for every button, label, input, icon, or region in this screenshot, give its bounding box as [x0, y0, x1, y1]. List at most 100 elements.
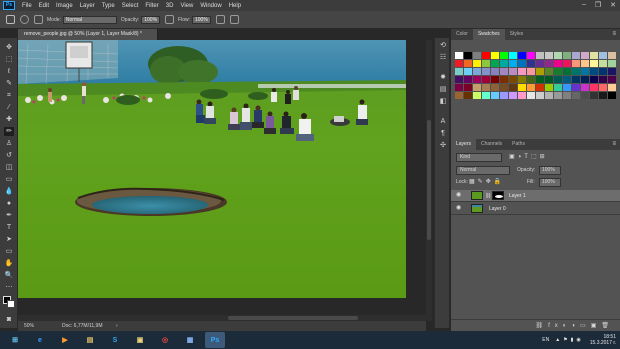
color-swatch[interactable]: [509, 92, 517, 99]
color-swatch[interactable]: [563, 68, 571, 75]
color-swatch[interactable]: [599, 52, 607, 59]
color-swatch[interactable]: [599, 76, 607, 83]
color-swatch[interactable]: [536, 84, 544, 91]
color-swatch[interactable]: [536, 92, 544, 99]
color-swatch[interactable]: [527, 92, 535, 99]
close-icon[interactable]: ✕: [610, 1, 616, 9]
layer-row-0[interactable]: ◉ Layer 0: [451, 203, 620, 215]
move-tool-icon[interactable]: ✥: [4, 43, 14, 52]
tab-color[interactable]: Color: [451, 29, 473, 40]
color-swatch[interactable]: [518, 84, 526, 91]
panel-menu-icon[interactable]: ≡: [612, 29, 620, 40]
adjustments-icon[interactable]: ◧: [439, 98, 447, 106]
ie-icon[interactable]: e: [30, 332, 50, 348]
horizontal-scroll-thumb[interactable]: [228, 316, 358, 320]
lock-icons[interactable]: ▦✎✥🔒: [469, 178, 504, 187]
photoshop-icon[interactable]: Ps: [205, 332, 225, 348]
color-wheel-icon[interactable]: ✹: [439, 74, 447, 82]
color-swatch[interactable]: [518, 52, 526, 59]
color-swatch[interactable]: [554, 92, 562, 99]
color-swatch[interactable]: [599, 92, 607, 99]
clock[interactable]: 18:51 15.3.2017 г.: [590, 334, 620, 346]
color-swatch[interactable]: [482, 76, 490, 83]
color-swatch[interactable]: [536, 76, 544, 83]
menu-image[interactable]: Image: [56, 3, 73, 9]
vertical-scrollbar[interactable]: [426, 40, 432, 321]
document-tab[interactable]: remove_people.jpg @ 50% (Layer 1, Layer …: [18, 29, 158, 40]
color-swatch[interactable]: [536, 68, 544, 75]
color-swatch[interactable]: [581, 92, 589, 99]
color-swatch[interactable]: [581, 52, 589, 59]
tab-styles[interactable]: Styles: [505, 29, 529, 40]
color-swatch[interactable]: [509, 68, 517, 75]
color-swatch[interactable]: [491, 92, 499, 99]
color-swatch[interactable]: [545, 60, 553, 67]
folder-icon[interactable]: ▤: [80, 332, 100, 348]
color-swatch[interactable]: [554, 52, 562, 59]
menu-select[interactable]: Select: [122, 3, 139, 9]
color-swatch[interactable]: [464, 84, 472, 91]
color-swatch[interactable]: [572, 76, 580, 83]
quick-mask-icon[interactable]: ◙: [4, 315, 14, 324]
explorer-icon[interactable]: ▦: [180, 332, 200, 348]
brush-tool-preset-icon[interactable]: [6, 15, 15, 24]
airbrush-icon[interactable]: [215, 15, 225, 24]
path-select-tool-icon[interactable]: ➤: [4, 235, 14, 244]
color-swatch[interactable]: [482, 92, 490, 99]
tab-swatches[interactable]: Swatches: [472, 29, 505, 40]
menu-help[interactable]: Help: [229, 3, 241, 9]
color-swatch[interactable]: [590, 92, 598, 99]
color-swatch[interactable]: [527, 52, 535, 59]
color-swatch[interactable]: [608, 92, 616, 99]
eraser-tool-icon[interactable]: ◫: [4, 163, 14, 172]
language-indicator[interactable]: EN: [542, 337, 549, 343]
color-swatch[interactable]: [527, 76, 535, 83]
filter-icons[interactable]: ▣◑T⬚⊞: [509, 153, 548, 160]
menu-3d[interactable]: 3D: [166, 3, 174, 9]
color-swatch[interactable]: [599, 68, 607, 75]
vertical-scroll-thumb[interactable]: [427, 120, 431, 240]
color-swatch[interactable]: [509, 52, 517, 59]
color-swatch[interactable]: [491, 76, 499, 83]
color-swatch[interactable]: [536, 60, 544, 67]
document-canvas[interactable]: [18, 40, 406, 298]
color-swatch[interactable]: [563, 52, 571, 59]
healing-tool-icon[interactable]: ✚: [4, 115, 14, 124]
fill-field[interactable]: 100%: [539, 178, 561, 187]
visibility-eye-icon[interactable]: ◉: [456, 192, 463, 199]
paragraph-panel-icon[interactable]: ¶: [439, 130, 447, 138]
color-swatch[interactable]: [473, 68, 481, 75]
color-swatch[interactable]: [581, 76, 589, 83]
layer-name[interactable]: Layer 1: [509, 190, 526, 202]
hand-tool-icon[interactable]: ✋: [4, 259, 14, 268]
zoom-tool-icon[interactable]: 🔍: [4, 271, 14, 280]
color-swatch[interactable]: [473, 76, 481, 83]
menu-filter[interactable]: Filter: [145, 3, 158, 9]
blur-tool-icon[interactable]: 💧: [4, 187, 14, 196]
color-swatch[interactable]: [518, 68, 526, 75]
color-swatch[interactable]: [608, 60, 616, 67]
tab-layers[interactable]: Layers: [451, 139, 477, 150]
color-swatch[interactable]: [563, 92, 571, 99]
color-swatch[interactable]: [455, 76, 463, 83]
color-swatch[interactable]: [491, 68, 499, 75]
color-swatch[interactable]: [500, 52, 508, 59]
tray-icons[interactable]: ▲⚑▮◉: [555, 337, 584, 343]
opacity-field[interactable]: 100%: [141, 15, 161, 24]
color-swatch[interactable]: [572, 92, 580, 99]
color-swatch[interactable]: [518, 76, 526, 83]
menu-file[interactable]: File: [22, 3, 32, 9]
color-swatch[interactable]: [581, 84, 589, 91]
color-swatch[interactable]: [545, 76, 553, 83]
menu-window[interactable]: Window: [200, 3, 221, 9]
history-panel-icon[interactable]: ⟲: [439, 42, 447, 50]
color-swatch[interactable]: [491, 60, 499, 67]
crop-tool-icon[interactable]: ⌗: [4, 91, 14, 100]
color-swatch[interactable]: [464, 52, 472, 59]
pen-tool-icon[interactable]: ✒: [4, 211, 14, 220]
layer-opacity-field[interactable]: 100%: [539, 166, 561, 175]
color-swatch[interactable]: [554, 76, 562, 83]
color-swatch[interactable]: [482, 68, 490, 75]
color-swatch[interactable]: [608, 52, 616, 59]
color-swatch[interactable]: [500, 60, 508, 67]
